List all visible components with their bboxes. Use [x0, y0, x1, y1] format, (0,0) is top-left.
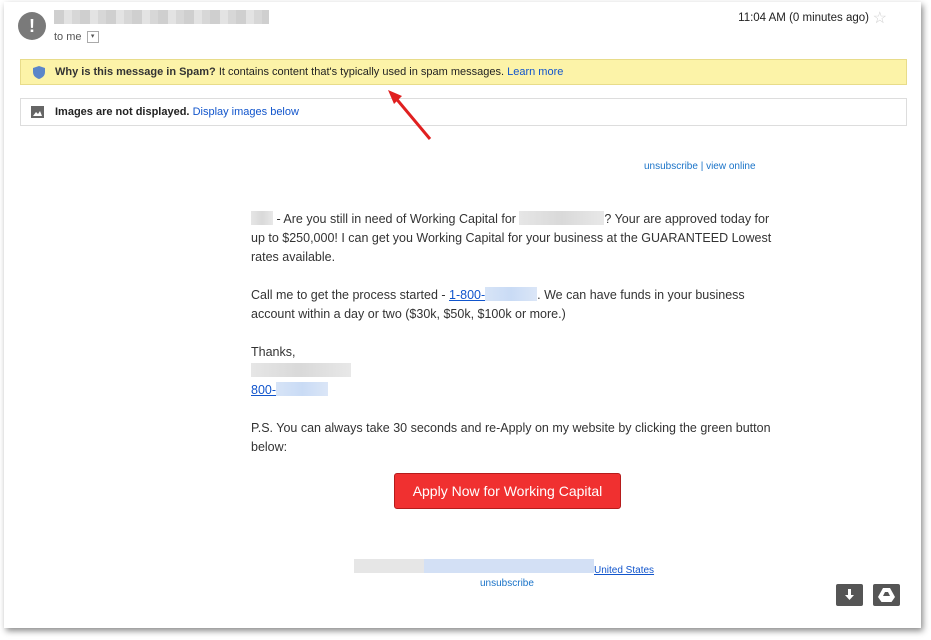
sender-name-redacted[interactable]	[54, 10, 269, 24]
footer-unsubscribe-link[interactable]: unsubscribe	[480, 578, 534, 589]
recipient-label: to me	[54, 31, 82, 43]
google-drive-icon[interactable]	[873, 584, 900, 606]
image-icon	[31, 106, 44, 118]
paragraph-call: Call me to get the process started - 1-8…	[251, 287, 745, 321]
images-hidden-banner: Images are not displayed. Display images…	[20, 98, 907, 126]
spam-explanation-banner: Why is this message in Spam? It contains…	[20, 59, 907, 85]
star-icon[interactable]: ☆	[873, 8, 887, 28]
shield-icon	[33, 66, 45, 79]
display-images-link[interactable]: Display images below	[193, 106, 299, 118]
apply-now-button[interactable]: Apply Now for Working Capital	[394, 473, 621, 509]
signer-name-redacted	[251, 363, 351, 377]
images-banner-title: Images are not displayed.	[55, 106, 190, 118]
paragraph-approval: - Are you still in need of Working Capit…	[251, 211, 772, 264]
paragraph-signoff: Thanks, 800-	[251, 343, 776, 400]
download-icon[interactable]	[836, 584, 863, 606]
learn-more-link[interactable]: Learn more	[507, 66, 563, 78]
footer-country-link[interactable]: United States	[594, 565, 654, 576]
company-name-redacted	[519, 211, 605, 225]
email-body: - Are you still in need of Working Capit…	[251, 210, 776, 476]
footer-address-redacted	[354, 559, 594, 573]
signer-phone-redacted	[276, 382, 329, 396]
annotation-arrow	[388, 90, 432, 140]
signer-phone-link[interactable]: 800-	[251, 383, 276, 397]
spam-warning-avatar: !	[18, 12, 46, 40]
phone-link[interactable]: 1-800-	[449, 288, 485, 302]
spam-banner-title: Why is this message in Spam?	[55, 66, 216, 78]
phone-redacted	[485, 287, 538, 301]
email-view: ! to me ▾ 11:04 AM (0 minutes ago) ☆ Why…	[4, 2, 921, 628]
message-timestamp: 11:04 AM (0 minutes ago)	[738, 12, 869, 24]
paragraph-ps: P.S. You can always take 30 seconds and …	[251, 421, 771, 454]
unsubscribe-view-online-links[interactable]: unsubscribe | view online	[644, 161, 756, 172]
recipient-details-dropdown[interactable]: ▾	[86, 31, 99, 44]
recipient-name-redacted	[251, 211, 273, 225]
recipient-line: to me ▾	[54, 31, 99, 44]
spam-banner-text: It contains content that's typically use…	[215, 66, 508, 78]
